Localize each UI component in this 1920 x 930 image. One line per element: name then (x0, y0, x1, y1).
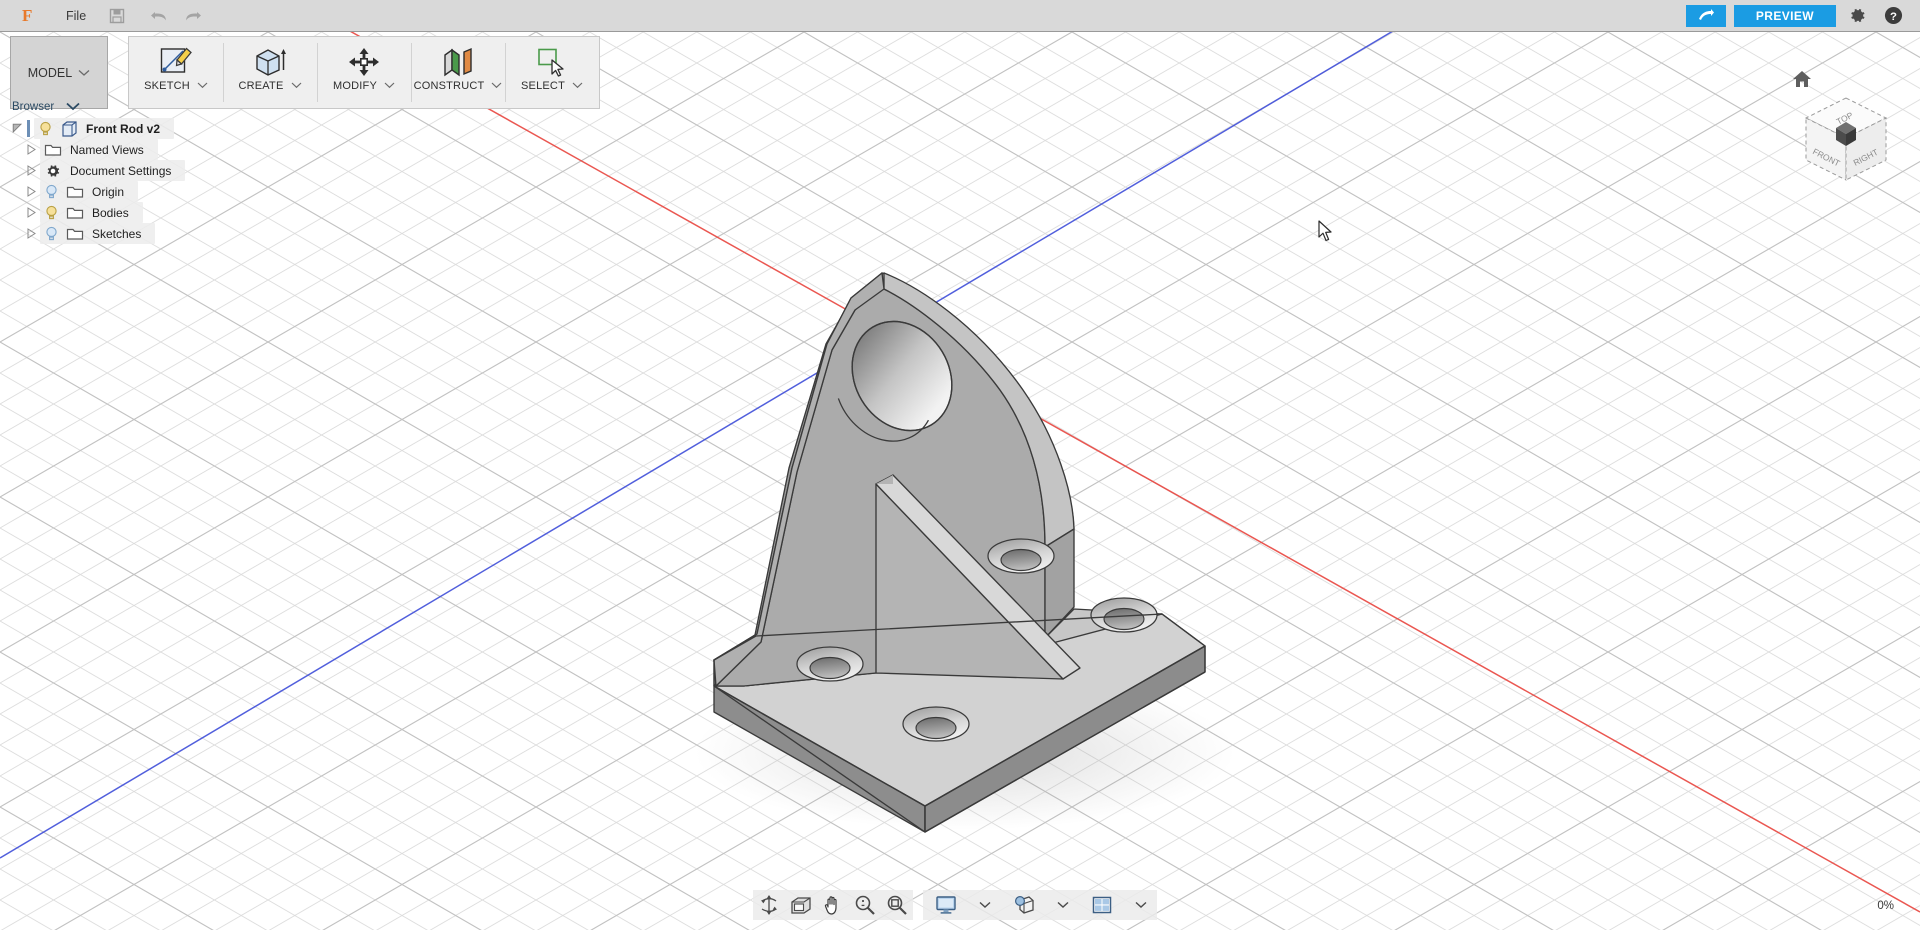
select-cursor-icon (535, 44, 569, 80)
bulb-on-icon[interactable] (40, 205, 62, 221)
tree-row-bodies[interactable]: Bodies (8, 202, 238, 223)
ribbon-label-modify: MODIFY (333, 80, 377, 92)
zoom-fit-icon[interactable] (881, 890, 913, 920)
folder-icon (62, 226, 88, 241)
sketch-pencil-icon (159, 44, 193, 80)
ribbon-tab-modify[interactable]: MODIFY (317, 37, 411, 108)
nav-group-navigate (753, 890, 913, 920)
workspace-label: MODEL (27, 65, 73, 80)
ribbon-tab-create[interactable]: CREATE (223, 37, 317, 108)
visual-style-icon[interactable] (1001, 890, 1047, 920)
browser-header[interactable]: Browser (8, 100, 238, 114)
document-cube-icon (56, 120, 82, 137)
tree-label-document-settings: Document Settings (70, 163, 172, 178)
triangle-collapsed-icon[interactable] (22, 144, 40, 155)
ribbon-tab-sketch[interactable]: SKETCH (129, 37, 223, 108)
chevron-down-icon[interactable] (1047, 890, 1079, 920)
triangle-collapsed-icon[interactable] (22, 165, 40, 176)
triangle-collapsed-icon[interactable] (22, 228, 40, 239)
preview-button[interactable]: PREVIEW (1733, 4, 1836, 27)
tree-label-root: Front Rod v2 (86, 121, 160, 136)
bulb-on-icon[interactable] (34, 121, 56, 137)
display-settings-icon[interactable] (923, 890, 969, 920)
construct-planes-icon (441, 44, 475, 80)
tree-label-sketches: Sketches (92, 226, 142, 241)
chevron-down-icon[interactable] (969, 890, 1001, 920)
root-indicator (27, 120, 30, 137)
ribbon-label-sketch: SKETCH (144, 80, 190, 92)
nav-group-display (923, 890, 1157, 920)
3d-viewport[interactable]: MODEL SKETCH CREATE MODIFY CONSTRUCT SEL… (0, 32, 1920, 930)
tree-row-sketches[interactable]: Sketches (8, 223, 238, 244)
chevron-down-icon (78, 66, 90, 80)
chevron-down-icon[interactable] (66, 100, 80, 114)
tree-row-named-views[interactable]: Named Views (8, 139, 238, 160)
ribbon-toolbar: MODEL SKETCH CREATE MODIFY CONSTRUCT SEL… (10, 36, 600, 109)
tree-label-bodies: Bodies (92, 205, 129, 220)
chevron-down-icon (572, 80, 583, 92)
triangle-collapsed-icon[interactable] (22, 186, 40, 197)
gear-icon (40, 163, 66, 179)
folder-icon (40, 142, 66, 157)
ribbon-label-create: CREATE (238, 80, 284, 92)
look-at-icon[interactable] (785, 890, 817, 920)
navigation-bar (753, 890, 1167, 920)
ribbon-panels: SKETCH CREATE MODIFY CONSTRUCT SELECT (128, 36, 600, 109)
save-icon[interactable] (104, 3, 130, 29)
triangle-collapsed-icon[interactable] (22, 207, 40, 218)
application-titlebar: F File PREVIEW ? (0, 0, 1920, 32)
share-icon[interactable] (1685, 4, 1726, 27)
tree-label-named-views: Named Views (70, 142, 144, 157)
zoom-percentage: 0% (1877, 900, 1894, 912)
tree-label-origin: Origin (92, 184, 125, 199)
fusion360-window: F File PREVIEW ? MODEL SKETCH CREATE MOD… (0, 0, 1920, 930)
bulb-off-icon[interactable] (40, 184, 62, 200)
tree-row-origin[interactable]: Origin (8, 181, 238, 202)
chevron-down-icon[interactable] (1125, 890, 1157, 920)
pan-hand-icon[interactable] (817, 890, 849, 920)
chevron-down-icon (197, 80, 208, 92)
file-menu-button[interactable]: File (60, 5, 92, 27)
chevron-down-icon (491, 80, 502, 92)
help-icon[interactable]: ? (1878, 3, 1908, 29)
tree-row-root[interactable]: Front Rod v2 (8, 118, 238, 139)
bulb-off-icon[interactable] (40, 226, 62, 242)
folder-icon (62, 205, 88, 220)
folder-icon (62, 184, 88, 199)
grid-snaps-icon[interactable] (1079, 890, 1125, 920)
ribbon-tab-select[interactable]: SELECT (505, 37, 599, 108)
viewport-canvas (0, 32, 1920, 930)
ribbon-label-select: SELECT (521, 80, 565, 92)
browser-title: Browser (12, 101, 55, 113)
triangle-expanded-icon[interactable] (8, 123, 26, 134)
zoom-icon[interactable] (849, 890, 881, 920)
fusion-logo-icon: F (22, 5, 33, 25)
extrude-box-icon (253, 44, 287, 80)
counterbore-hole (902, 706, 970, 742)
undo-icon[interactable] (146, 3, 172, 29)
viewcube[interactable]: TOP FRONT RIGHT TOP FRONT RIGHT (1792, 70, 1902, 185)
move-arrows-icon (347, 44, 381, 80)
tree-row-document-settings[interactable]: Document Settings (8, 160, 238, 181)
svg-text:?: ? (1890, 11, 1897, 23)
ribbon-tab-construct[interactable]: CONSTRUCT (411, 37, 505, 108)
counterbore-hole (796, 646, 864, 682)
chevron-down-icon (384, 80, 395, 92)
counterbore-hole (987, 538, 1055, 574)
browser-panel: Browser Front Rod v2 Named Views Documen… (8, 100, 238, 244)
gear-icon[interactable] (1842, 3, 1872, 29)
ribbon-label-construct: CONSTRUCT (413, 80, 485, 92)
workspace-switcher[interactable]: MODEL (10, 36, 108, 109)
titlebar-right-controls: PREVIEW ? (1685, 3, 1920, 29)
chevron-down-icon (291, 80, 302, 92)
redo-icon[interactable] (180, 3, 206, 29)
orbit-icon[interactable] (753, 890, 785, 920)
